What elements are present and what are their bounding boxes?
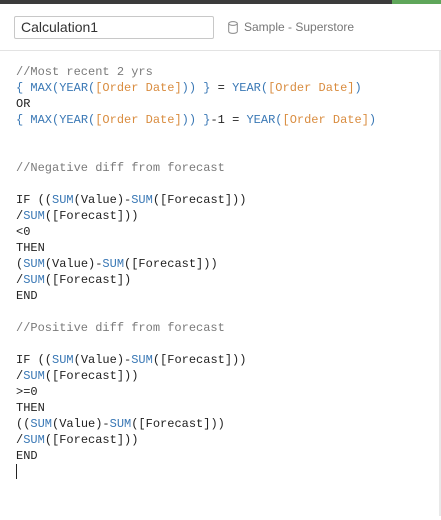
code-token-plain: END xyxy=(16,289,38,303)
code-token-fn: SUM xyxy=(23,257,45,271)
code-token-plain: THEN xyxy=(16,401,45,415)
code-line: <0 xyxy=(16,224,376,240)
code-line: >=0 xyxy=(16,384,376,400)
code-line: /SUM([Forecast])) xyxy=(16,368,376,384)
calc-header: Sample - Superstore xyxy=(0,4,441,50)
calculation-name-input[interactable] xyxy=(14,16,214,39)
code-line: THEN xyxy=(16,400,376,416)
code-token-fn: SUM xyxy=(23,433,45,447)
code-token-field: [Order Date] xyxy=(282,113,369,127)
code-token-plain: (Value)- xyxy=(73,193,132,207)
database-icon xyxy=(228,20,238,34)
code-token-fn: )) } xyxy=(181,113,211,127)
code-token-plain: = xyxy=(210,81,233,95)
code-token-fn: SUM xyxy=(52,353,74,367)
code-token-plain: ([Forecast])) xyxy=(124,257,218,271)
formula-code[interactable]: //Most recent 2 yrs{ MAX(YEAR([Order Dat… xyxy=(16,64,376,480)
code-line: { MAX(YEAR([Order Date])) } = YEAR([Orde… xyxy=(16,80,376,96)
code-token-plain: OR xyxy=(16,97,31,111)
code-token-fn: SUM xyxy=(52,193,74,207)
code-token-fn: SUM xyxy=(30,417,53,431)
datasource-name: Sample - Superstore xyxy=(244,20,355,34)
code-token-fn: YEAR( xyxy=(232,81,269,95)
code-token-plain: ([Forecast])) xyxy=(131,417,225,431)
datasource-indicator: Sample - Superstore xyxy=(228,20,354,34)
code-line: IF ((SUM(Value)-SUM([Forecast])) xyxy=(16,352,376,368)
code-token-fn: YEAR( xyxy=(246,113,283,127)
code-token-plain: (Value)- xyxy=(73,353,132,367)
code-token-fn: { MAX( xyxy=(16,113,60,127)
code-token-plain: THEN xyxy=(16,241,45,255)
code-token-plain: ([Forecast])) xyxy=(44,209,139,223)
code-token-comment: //Most recent 2 yrs xyxy=(16,65,153,79)
code-token-fn: SUM xyxy=(23,273,45,287)
code-line: /SUM([Forecast]) xyxy=(16,272,376,288)
code-line: THEN xyxy=(16,240,376,256)
code-line: //Negative diff from forecast xyxy=(16,160,376,176)
code-token-fn: SUM xyxy=(109,417,132,431)
code-token-fn: { MAX( xyxy=(16,81,60,95)
text-cursor xyxy=(16,464,17,479)
code-token-fn: SUM xyxy=(131,353,153,367)
code-line: //Positive diff from forecast xyxy=(16,320,376,336)
code-line: END xyxy=(16,448,376,464)
code-token-fn: SUM xyxy=(102,257,125,271)
code-token-plain: <0 xyxy=(16,225,31,239)
code-token-plain: IF (( xyxy=(16,353,53,367)
code-token-field: [Order Date] xyxy=(95,81,182,95)
code-token-plain: -1 = xyxy=(210,113,247,127)
code-line: OR xyxy=(16,96,376,112)
code-token-plain: IF (( xyxy=(16,193,53,207)
code-token-plain: END xyxy=(16,449,38,463)
code-token-fn: )) } xyxy=(181,81,211,95)
code-token-field: [Order Date] xyxy=(268,81,355,95)
code-line-caret xyxy=(16,464,376,480)
code-token-plain: ([Forecast])) xyxy=(152,353,247,367)
code-token-plain: ([Forecast])) xyxy=(152,193,247,207)
code-line: ((SUM(Value)-SUM([Forecast])) xyxy=(16,416,376,432)
code-token-plain: ([Forecast])) xyxy=(44,433,139,447)
code-line: (SUM(Value)-SUM([Forecast])) xyxy=(16,256,376,272)
code-token-plain: (( xyxy=(16,417,31,431)
code-token-fn: SUM xyxy=(131,193,153,207)
code-token-plain: (Value)- xyxy=(52,417,110,431)
code-token-fn: SUM xyxy=(23,209,45,223)
formula-editor[interactable]: //Most recent 2 yrs{ MAX(YEAR([Order Dat… xyxy=(0,51,441,516)
code-token-plain: ([Forecast])) xyxy=(44,369,139,383)
code-token-comment: //Positive diff from forecast xyxy=(16,321,225,335)
code-token-fn: YEAR( xyxy=(59,113,96,127)
code-token-plain: ([Forecast]) xyxy=(44,273,132,287)
code-token-plain: >=0 xyxy=(16,385,38,399)
code-token-fn: SUM xyxy=(23,369,45,383)
code-token-fn: ) xyxy=(354,81,362,95)
code-line: IF ((SUM(Value)-SUM([Forecast])) xyxy=(16,192,376,208)
code-token-comment: //Negative diff from forecast xyxy=(16,161,225,175)
code-token-fn: ) xyxy=(368,113,377,127)
code-line: { MAX(YEAR([Order Date])) }-1 = YEAR([Or… xyxy=(16,112,376,128)
code-token-field: [Order Date] xyxy=(95,113,182,127)
code-line: END xyxy=(16,288,376,304)
code-line: //Most recent 2 yrs xyxy=(16,64,376,80)
code-token-fn: YEAR( xyxy=(59,81,96,95)
code-line: /SUM([Forecast])) xyxy=(16,208,376,224)
code-line: /SUM([Forecast])) xyxy=(16,432,376,448)
code-token-plain: (Value)- xyxy=(44,257,103,271)
bottom-edge xyxy=(0,516,441,520)
